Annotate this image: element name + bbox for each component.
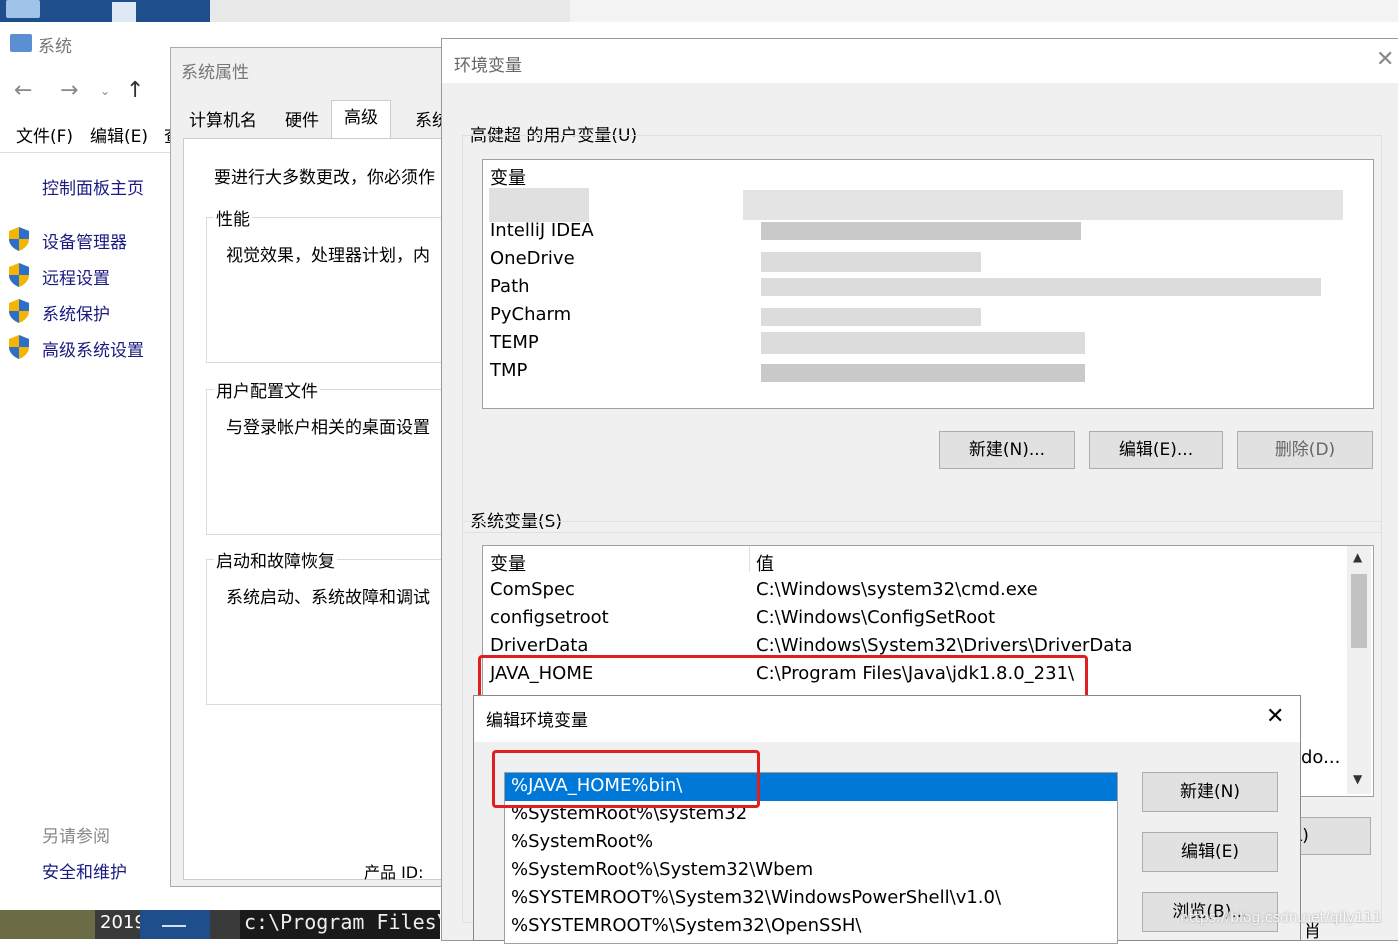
user-new-button[interactable]: 新建(N)... <box>939 431 1075 469</box>
performance-desc: 视觉效果，处理器计划，内 <box>226 246 430 266</box>
table-row[interactable]: TEMP <box>490 332 539 353</box>
edit-env-var-dialog: 编辑环境变量 ✕ %JAVA_HOME%bin\ %SystemRoot%\sy… <box>473 695 1301 944</box>
highlight-box-java-bin <box>492 750 760 808</box>
user-delete-button[interactable]: 删除(D) <box>1237 431 1373 469</box>
taskbar-button[interactable] <box>140 910 210 939</box>
taskbar-thumbnail <box>0 910 95 939</box>
tab-computer-name[interactable]: 计算机名 <box>183 104 263 138</box>
menu-file[interactable]: 文件(F) <box>16 122 73 147</box>
redacted-value <box>761 308 981 326</box>
taskbar: 2019 c:\Program Files\ <box>0 910 449 939</box>
forward-arrow-icon[interactable]: → <box>60 78 78 103</box>
performance-group <box>206 217 468 363</box>
list-item[interactable]: %SYSTEMROOT%\System32\OpenSSH\ <box>511 915 861 936</box>
table-row[interactable]: TMP <box>490 360 527 381</box>
window-title: 系统属性 <box>181 63 249 83</box>
table-row[interactable]: IntelliJ IDEA <box>490 220 594 241</box>
title-bar: 环境变量 ✕ <box>442 39 1398 83</box>
product-id-label: 产品 ID: <box>364 863 424 882</box>
column-header-variable[interactable]: 变量 <box>490 164 526 190</box>
menu-edit[interactable]: 编辑(E) <box>90 122 148 147</box>
system-properties-window: 系统属性 计算机名 硬件 高级 系统 要进行大多数更改，你必须作 性能 视觉效果… <box>170 47 468 887</box>
scroll-down-icon[interactable]: ▼ <box>1353 772 1362 786</box>
table-row[interactable]: DriverData <box>490 635 588 656</box>
see-also-heading: 另请参阅 <box>42 827 110 847</box>
menu-lines-icon <box>162 925 186 927</box>
dialog-edit-button[interactable]: 编辑(E) <box>1142 832 1278 872</box>
security-maintenance-link[interactable]: 安全和维护 <box>42 858 127 883</box>
cmd-window[interactable]: c:\Program Files\ <box>240 910 449 939</box>
shield-icon <box>8 334 30 364</box>
shield-icon <box>8 226 30 256</box>
redacted-value <box>761 252 981 272</box>
list-item[interactable]: %SystemRoot% <box>511 831 653 852</box>
user-profiles-group <box>206 389 468 535</box>
blurred-row <box>743 190 1343 220</box>
table-row-value[interactable]: C:\Windows\System32\Drivers\DriverData <box>756 635 1132 656</box>
user-vars-list[interactable]: 变量 IntelliJ IDEA OneDrive Path PyCharm T… <box>482 159 1374 409</box>
truncated-value: do... <box>1301 747 1341 768</box>
up-arrow-icon[interactable]: ↑ <box>126 78 144 103</box>
top-strip <box>0 0 1398 22</box>
divider <box>0 152 170 153</box>
scroll-thumb[interactable] <box>1351 574 1367 648</box>
close-icon[interactable]: ✕ <box>1376 47 1394 72</box>
table-row[interactable]: OneDrive <box>490 248 575 269</box>
shortcut-icon[interactable] <box>112 2 136 22</box>
user-profiles-title: 用户配置文件 <box>214 377 320 402</box>
computer-icon <box>10 34 32 52</box>
chevron-down-icon[interactable]: ⌄ <box>100 84 110 98</box>
table-row[interactable]: configsetroot <box>490 607 609 628</box>
cmd-text: c:\Program Files\ <box>244 910 449 934</box>
blurred-row <box>489 188 589 222</box>
shield-icon <box>8 298 30 328</box>
window-title: 环境变量 <box>454 56 522 76</box>
list-item[interactable]: %SystemRoot%\System32\Wbem <box>511 859 813 880</box>
title-bar: 编辑环境变量 ✕ <box>474 696 1300 742</box>
dialog-new-button[interactable]: 新建(N) <box>1142 772 1278 812</box>
close-icon[interactable]: ✕ <box>1266 704 1284 729</box>
startup-recovery-desc: 系统启动、系统故障和调试 <box>226 588 430 608</box>
watermark: https://blog.csdn.net/qily111 <box>1180 910 1382 926</box>
tab-strip: 计算机名 硬件 高级 系统 <box>183 100 461 139</box>
taskbar-clock: 2019 <box>100 912 146 933</box>
window-title: 系统 <box>38 37 72 57</box>
sidebar-item-system-protection[interactable]: 系统保护 <box>42 300 110 325</box>
table-row-value[interactable]: C:\Windows\system32\cmd.exe <box>756 579 1038 600</box>
control-panel-home-link[interactable]: 控制面板主页 <box>42 174 144 199</box>
startup-recovery-group <box>206 559 468 705</box>
app-icon[interactable] <box>6 0 40 18</box>
column-divider <box>749 546 750 572</box>
column-header-variable[interactable]: 变量 <box>490 550 526 576</box>
redacted-value <box>761 332 1085 354</box>
table-row[interactable]: ComSpec <box>490 579 575 600</box>
tab-advanced[interactable]: 高级 <box>331 100 391 139</box>
list-item[interactable]: %SYSTEMROOT%\System32\WindowsPowerShell\… <box>511 887 1001 908</box>
window-strip <box>570 0 1398 22</box>
scroll-up-icon[interactable]: ▲ <box>1353 550 1362 564</box>
table-row[interactable]: Path <box>490 276 530 297</box>
table-row[interactable]: PyCharm <box>490 304 571 325</box>
tab-hardware[interactable]: 硬件 <box>279 104 325 138</box>
sidebar-item-remote-settings[interactable]: 远程设置 <box>42 264 110 289</box>
user-profiles-desc: 与登录帐户相关的桌面设置 <box>226 418 430 438</box>
startup-recovery-title: 启动和故障恢复 <box>214 547 337 572</box>
shield-icon <box>8 262 30 292</box>
scrollbar[interactable]: ▲ ▼ <box>1347 546 1371 794</box>
sidebar-item-advanced-settings[interactable]: 高级系统设置 <box>42 336 144 361</box>
performance-title: 性能 <box>214 205 252 230</box>
column-header-value[interactable]: 值 <box>756 550 774 576</box>
dialog-title: 编辑环境变量 <box>486 711 588 731</box>
back-arrow-icon[interactable]: ← <box>14 78 32 103</box>
redacted-value <box>761 364 1085 382</box>
intro-text: 要进行大多数更改，你必须作 <box>214 168 435 188</box>
redacted-value <box>761 278 1321 296</box>
sidebar-item-device-manager[interactable]: 设备管理器 <box>42 228 127 253</box>
table-row-value[interactable]: C:\Windows\ConfigSetRoot <box>756 607 995 628</box>
user-edit-button[interactable]: 编辑(E)... <box>1089 431 1223 469</box>
redacted-value <box>761 222 1081 240</box>
tab-panel: 要进行大多数更改，你必须作 性能 视觉效果，处理器计划，内 用户配置文件 与登录… <box>183 138 468 882</box>
